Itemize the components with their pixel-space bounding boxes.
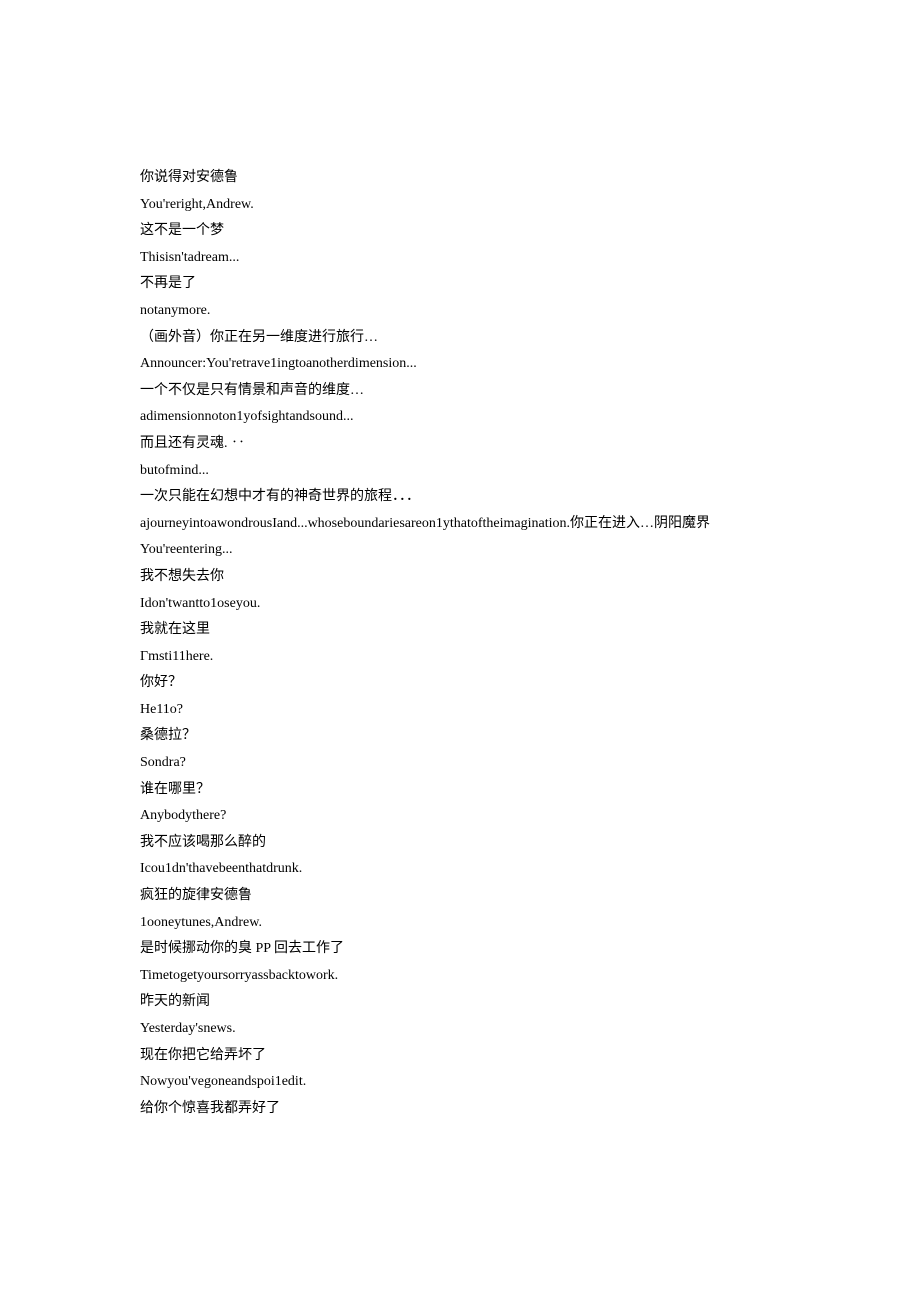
text-line: 一个不仅是只有情景和声音的维度… [140,378,780,405]
text-line: 给你个惊喜我都弄好了 [140,1096,780,1123]
text-line: 1ooneytunes,Andrew. [140,910,780,937]
text-line: 一次只能在幻想中才有的神奇世界的旅程．．． [140,484,780,511]
text-line: Announcer:You'retrave1ingtoanotherdimens… [140,351,780,378]
text-line: 而且还有灵魂. ‥ [140,431,780,458]
text-line: You'reentering... [140,537,780,564]
text-line: 我就在这里 [140,617,780,644]
text-line: 你说得对安德鲁 [140,165,780,192]
text-line: ajourneyintoawondrousIand...whoseboundar… [140,511,780,538]
text-line: 不再是了 [140,271,780,298]
text-line: adimensionnoton1yofsightandsound... [140,404,780,431]
text-line: 昨天的新闻 [140,989,780,1016]
text-line: Icou1dn'thavebeenthatdrunk. [140,856,780,883]
text-line: 疯狂的旋律安德鲁 [140,883,780,910]
text-line: 桑德拉？ [140,723,780,750]
text-line: Yesterday'snews. [140,1016,780,1043]
text-line: Timetogetyoursorryassbacktowork. [140,963,780,990]
text-line: Anybodythere? [140,803,780,830]
text-line: 谁在哪里？ [140,777,780,804]
text-line: He11o? [140,697,780,724]
text-line: 我不应该喝那么醉的 [140,830,780,857]
text-line: Nowyou'vegoneandspoi1edit. [140,1069,780,1096]
text-line: Thisisn'tadream... [140,245,780,272]
text-line: 你好？ [140,670,780,697]
text-line: You'reright,Andrew. [140,192,780,219]
text-line: butofmind... [140,458,780,485]
text-line: Sondra? [140,750,780,777]
text-line: 这不是一个梦 [140,218,780,245]
document-content: 你说得对安德鲁 You'reright,Andrew. 这不是一个梦 Thisi… [140,165,780,1122]
text-line: 我不想失去你 [140,564,780,591]
text-line: 现在你把它给弄坏了 [140,1043,780,1070]
text-line: （画外音）你正在另一维度进行旅行… [140,325,780,352]
text-line: 是时候挪动你的臭 PP 回去工作了 [140,936,780,963]
text-line: notanymore. [140,298,780,325]
text-line: Гmsti11here. [140,644,780,671]
text-line: Idon'twantto1oseyou. [140,591,780,618]
